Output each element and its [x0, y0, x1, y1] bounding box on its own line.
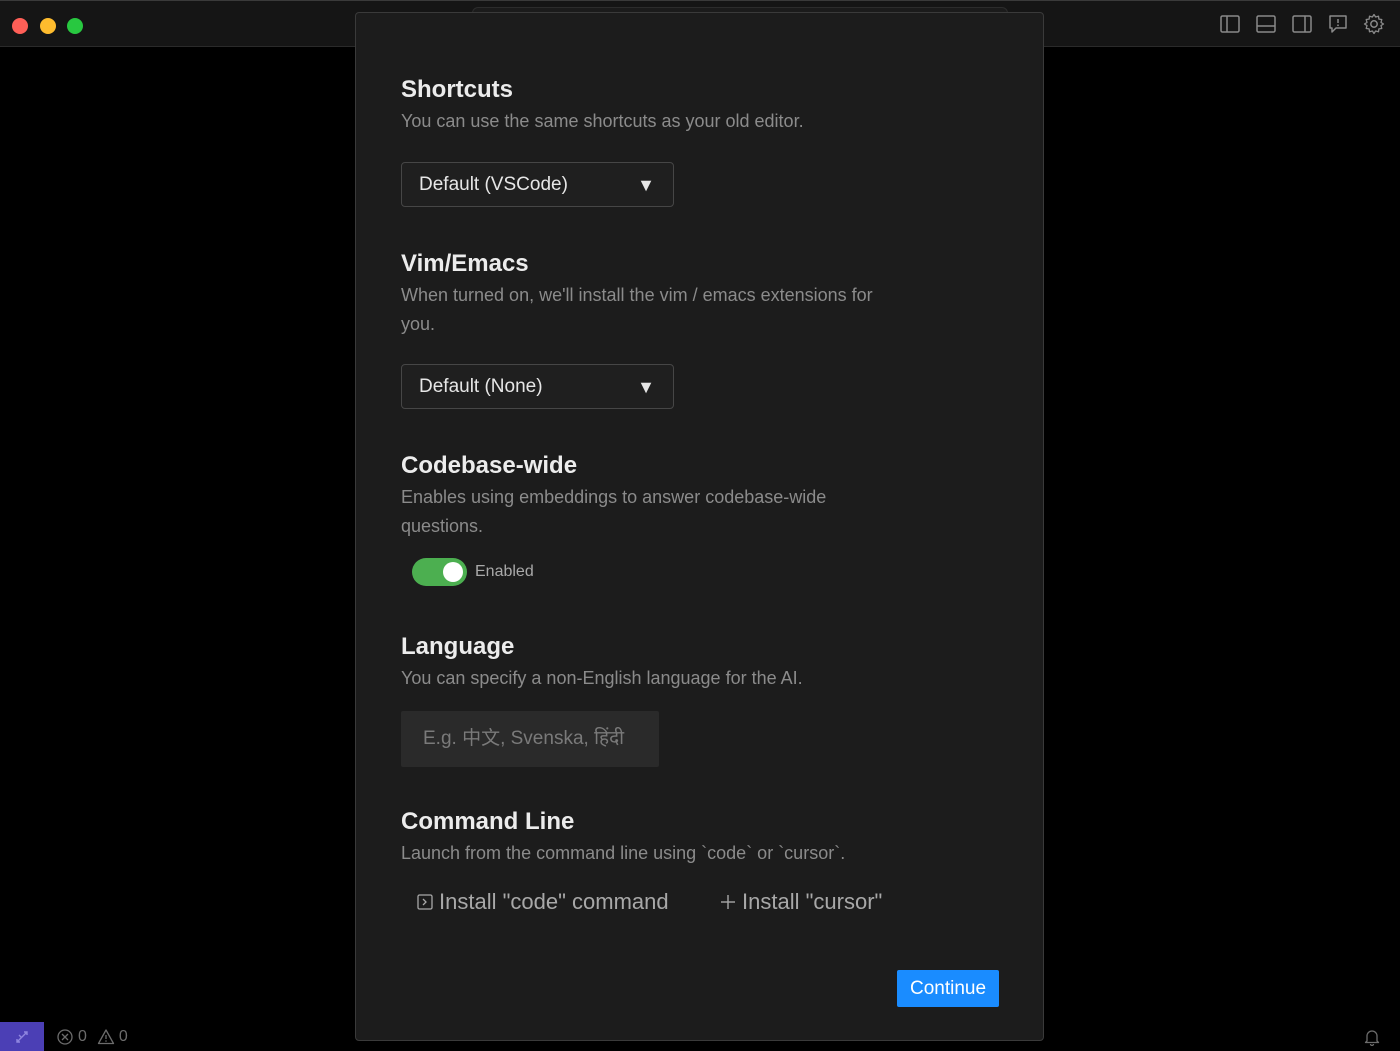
codebase-section: Codebase-wide Enables using embeddings t…: [401, 451, 961, 541]
shortcuts-section: Shortcuts You can use the same shortcuts…: [401, 75, 961, 136]
continue-button[interactable]: Continue: [897, 970, 999, 1007]
notifications-bell-icon[interactable]: [1364, 1028, 1380, 1051]
install-code-label: Install "code" command: [439, 889, 669, 914]
error-icon: [57, 1029, 73, 1045]
command-line-section: Command Line Launch from the command lin…: [401, 807, 961, 868]
remote-indicator-button[interactable]: [0, 1022, 44, 1051]
terminal-icon: [417, 894, 433, 910]
onboarding-modal: Shortcuts You can use the same shortcuts…: [355, 12, 1044, 1041]
maximize-window-button[interactable]: [67, 18, 83, 34]
shortcuts-title: Shortcuts: [401, 76, 514, 103]
dropdown-arrow-icon: ▼: [637, 175, 655, 195]
install-code-command-button[interactable]: Install "code" command: [417, 889, 669, 915]
install-cursor-label: Install "cursor": [742, 889, 883, 914]
titlebar-layout-controls: [1218, 12, 1386, 36]
command-line-description: Launch from the command line using `code…: [401, 843, 846, 863]
toggle-panel-icon[interactable]: [1254, 12, 1278, 36]
warning-icon: [97, 1029, 115, 1045]
toggle-primary-sidebar-icon[interactable]: [1218, 12, 1242, 36]
shortcuts-select[interactable]: Default (VSCode) ▼: [401, 162, 674, 207]
vim-emacs-description: When turned on, we'll install the vim / …: [401, 285, 873, 334]
codebase-title: Codebase-wide: [401, 452, 578, 479]
shortcuts-description: You can use the same shortcuts as your o…: [401, 111, 804, 131]
minimize-window-button[interactable]: [40, 18, 56, 34]
codebase-description: Enables using embeddings to answer codeb…: [401, 487, 827, 536]
error-count: 0: [78, 1028, 87, 1045]
plus-icon: [721, 895, 735, 909]
language-description: You can specify a non-English language f…: [401, 668, 803, 688]
app-window: 0 0 Shortcuts You can use the same short…: [0, 0, 1400, 1051]
dropdown-arrow-icon: ▼: [637, 377, 655, 397]
command-line-title: Command Line: [401, 808, 575, 835]
toggle-secondary-sidebar-icon[interactable]: [1290, 12, 1314, 36]
remote-icon: [16, 1030, 28, 1043]
codebase-toggle[interactable]: [412, 558, 467, 586]
toggle-knob: [443, 562, 463, 582]
vim-emacs-section: Vim/Emacs When turned on, we'll install …: [401, 249, 961, 339]
language-title: Language: [401, 633, 515, 660]
vim-emacs-select-value: Default (None): [419, 375, 543, 397]
codebase-toggle-label: Enabled: [475, 563, 534, 580]
close-window-button[interactable]: [12, 18, 28, 34]
codebase-toggle-row: Enabled: [412, 558, 534, 586]
install-cursor-command-button[interactable]: Install "cursor": [720, 889, 882, 915]
warning-count: 0: [118, 1028, 128, 1045]
language-input[interactable]: [401, 711, 659, 767]
language-section: Language You can specify a non-English l…: [401, 632, 961, 693]
feedback-icon[interactable]: [1326, 12, 1350, 36]
vim-emacs-select[interactable]: Default (None) ▼: [401, 364, 674, 409]
settings-gear-icon[interactable]: [1362, 12, 1386, 36]
vim-emacs-title: Vim/Emacs: [401, 250, 529, 277]
shortcuts-select-value: Default (VSCode): [419, 173, 568, 195]
problems-indicator[interactable]: 0 0: [56, 1028, 134, 1046]
